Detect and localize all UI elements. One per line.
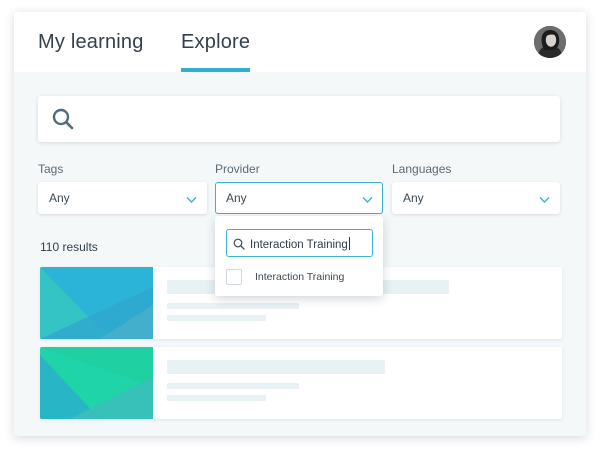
chevron-down-icon: [186, 193, 197, 207]
text-cursor: [348, 237, 350, 250]
chevron-down-icon: [539, 193, 550, 207]
chevron-down-icon: [362, 193, 373, 207]
tab-my-learning[interactable]: My learning: [38, 31, 144, 54]
provider-select-value: Any: [226, 191, 247, 205]
provider-search-input[interactable]: Interaction Training: [226, 229, 373, 257]
text-placeholder: [167, 315, 266, 321]
languages-select-value: Any: [403, 191, 424, 205]
active-tab-indicator: [181, 68, 250, 72]
text-placeholder: [167, 395, 266, 401]
search-icon: [52, 108, 74, 135]
avatar-image: [534, 26, 566, 58]
results-count: 110 results: [40, 240, 98, 254]
option-checkbox[interactable]: [226, 269, 242, 285]
provider-dropdown-menu: Interaction Training Interaction Trainin…: [215, 216, 383, 296]
result-card[interactable]: [40, 347, 562, 419]
search-bar[interactable]: [38, 96, 560, 142]
course-thumbnail: [40, 347, 153, 419]
languages-filter-label: Languages: [392, 162, 452, 176]
tags-select-value: Any: [49, 191, 70, 205]
user-avatar[interactable]: [534, 26, 566, 58]
provider-filter-label: Provider: [215, 162, 260, 176]
text-placeholder: [167, 383, 299, 389]
provider-select[interactable]: Any: [215, 182, 383, 214]
title-placeholder: [167, 360, 385, 374]
provider-search-value: Interaction Training: [250, 239, 348, 251]
text-placeholder: [167, 303, 299, 309]
provider-option-label: Interaction Training: [255, 271, 345, 283]
provider-option[interactable]: Interaction Training: [226, 269, 376, 287]
explore-panel: My learning Explore Tags Provider Langua…: [14, 12, 586, 436]
course-thumbnail: [40, 267, 153, 339]
languages-select[interactable]: Any: [392, 182, 560, 214]
top-navigation: My learning Explore: [14, 12, 586, 72]
search-icon: [233, 237, 245, 255]
tags-filter-label: Tags: [38, 162, 64, 176]
tab-explore[interactable]: Explore: [181, 31, 250, 54]
tags-select[interactable]: Any: [38, 182, 207, 214]
